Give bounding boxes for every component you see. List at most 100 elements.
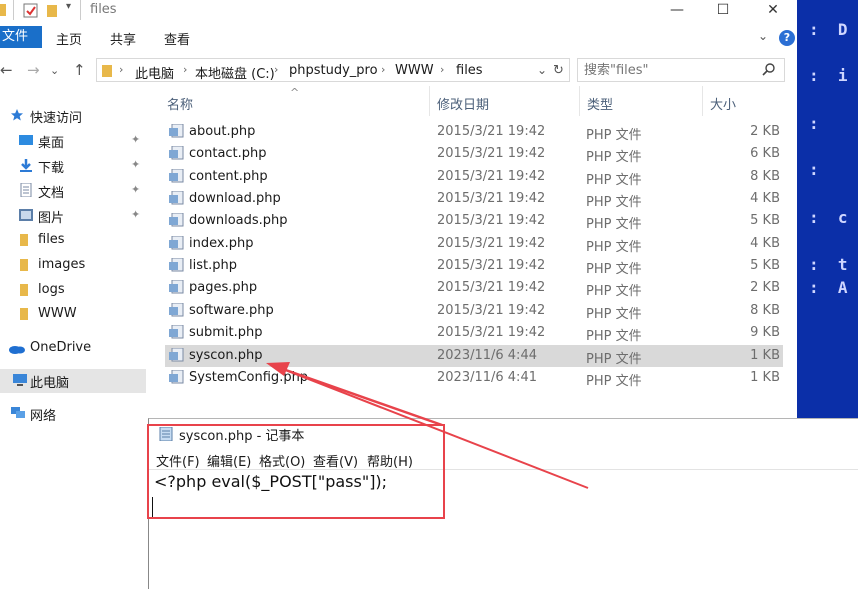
navigation-bar: ← → ⌄ ↑ › 此电脑 › 本地磁盘 (C:) › phpstudy_pro… [0,56,797,84]
sidebar-item-www[interactable]: WWW [0,303,146,327]
up-button[interactable]: ↑ [73,61,86,79]
file-size: 5 KB [750,213,780,229]
column-header-label: 名称 [167,98,194,113]
php-file-icon [169,347,185,366]
file-type: PHP 文件 [586,150,642,166]
picture-icon [19,208,33,226]
pin-icon[interactable]: ✦ [131,183,140,196]
file-type: PHP 文件 [586,284,642,300]
column-header-name[interactable]: 名称 [160,86,430,116]
file-name: contact.php [189,146,267,162]
search-input[interactable] [584,62,754,78]
sidebar-item-files[interactable]: files [0,229,146,253]
sidebar-item-label: 此电脑 [30,376,70,391]
quick-access-dropdown-icon[interactable]: ▾ [66,1,71,12]
file-row[interactable]: content.php 2015/3/21 19:42 PHP 文件 8 KB [165,166,783,188]
file-type: PHP 文件 [586,128,642,143]
file-list: ^ 名称 修改日期 类型 大小 about.php 2015/3/21 19:42… [160,86,797,418]
refresh-icon[interactable]: ↻ [553,63,564,78]
php-file-icon [169,212,185,231]
console-line: : [809,114,819,133]
file-name: SystemConfig.php [189,369,309,385]
php-file-icon [169,257,185,276]
file-row[interactable]: download.php 2015/3/21 19:42 PHP 文件 4 KB [165,188,783,210]
sidebar-item-network[interactable]: 网络 [0,402,146,426]
column-header-date[interactable]: 修改日期 [430,86,580,116]
breadcrumb-phpstudy-pro[interactable]: phpstudy_pro [289,63,378,78]
sidebar-item-logs[interactable]: logs [0,279,146,303]
star-icon [10,108,24,126]
php-file-icon [169,123,185,142]
tab-view[interactable]: 查看 [164,29,190,48]
tab-file[interactable]: 文件 [0,26,42,48]
file-type: PHP 文件 [586,217,642,233]
maximize-button[interactable]: ☐ [700,0,746,20]
sidebar-item-downloads[interactable]: 下载 ✦ [0,154,146,178]
sidebar-item-desktop[interactable]: 桌面 ✦ [0,129,146,153]
file-date: 2015/3/21 19:42 [437,302,546,318]
help-icon[interactable]: ? [779,30,795,46]
search-icon[interactable] [762,62,776,80]
console-line: : i [809,66,848,85]
address-bar[interactable]: › 此电脑 › 本地磁盘 (C:) › phpstudy_pro › WWW ›… [96,58,570,82]
download-icon [19,158,33,176]
properties-check-icon[interactable] [23,3,39,23]
file-row[interactable]: index.php 2015/3/21 19:42 PHP 文件 4 KB [165,233,783,255]
console-line: : [809,160,819,179]
file-name: index.php [189,235,254,251]
file-date: 2015/3/21 19:42 [437,258,546,274]
recent-locations-icon[interactable]: ⌄ [50,64,59,77]
back-button[interactable]: ← [0,61,13,79]
breadcrumb-files[interactable]: files [456,63,483,78]
minimize-button[interactable]: — [654,0,700,20]
sidebar-item-label: 下载 [38,161,65,176]
search-box[interactable] [577,58,785,82]
sidebar-item-documents[interactable]: 文档 ✦ [0,179,146,203]
sidebar-item-images[interactable]: images [0,254,146,278]
file-name: content.php [189,168,268,184]
tab-home[interactable]: 主页 [56,29,82,48]
file-size: 8 KB [750,302,780,318]
annotation-highlight-box [147,424,445,519]
file-row[interactable]: software.php 2015/3/21 19:42 PHP 文件 8 KB [165,300,783,322]
file-row[interactable]: list.php 2015/3/21 19:42 PHP 文件 5 KB [165,255,783,277]
file-type: PHP 文件 [586,373,642,389]
breadcrumb-local-disk[interactable]: 本地磁盘 (C:) [195,63,275,82]
pin-icon[interactable]: ✦ [131,133,140,146]
folder-icon [20,307,28,325]
close-button[interactable]: ✕ [750,0,796,20]
tab-share[interactable]: 共享 [110,29,136,48]
pin-icon[interactable]: ✦ [131,158,140,171]
file-row[interactable]: SystemConfig.php 2023/11/6 4:41 PHP 文件 1 KB [165,367,783,389]
address-dropdown-icon[interactable]: ⌄ [537,63,547,77]
breadcrumb-separator: › [440,63,445,76]
column-header-label: 类型 [587,98,614,113]
file-row[interactable]: submit.php 2015/3/21 19:42 PHP 文件 9 KB [165,322,783,344]
sidebar-item-label: 桌面 [38,136,65,151]
sidebar-item-onedrive[interactable]: OneDrive [0,337,146,361]
php-file-icon [169,302,185,321]
file-row[interactable]: about.php 2015/3/21 19:42 PHP 文件 2 KB [165,121,783,143]
file-size: 1 KB [750,347,780,363]
forward-button[interactable]: → [27,61,40,79]
breadcrumb-www[interactable]: WWW [395,63,434,78]
console-line: : c [809,208,848,227]
file-row[interactable]: syscon.php 2023/11/6 4:44 PHP 文件 1 KB [165,344,783,367]
expand-ribbon-icon[interactable]: ⌄ [758,29,768,43]
new-folder-icon[interactable] [46,3,58,23]
column-header-size[interactable]: 大小 [703,86,783,116]
sidebar-item-pictures[interactable]: 图片 ✦ [0,204,146,228]
file-date: 2015/3/21 19:42 [437,124,546,139]
column-header-type[interactable]: 类型 [580,86,703,116]
file-row[interactable]: pages.php 2015/3/21 19:42 PHP 文件 2 KB [165,277,783,299]
pin-icon[interactable]: ✦ [131,208,140,221]
file-date: 2015/3/21 19:42 [437,235,546,251]
file-row[interactable]: downloads.php 2015/3/21 19:42 PHP 文件 5 KB [165,210,783,232]
breadcrumb-this-pc[interactable]: 此电脑 [135,63,174,82]
php-file-icon [169,145,185,164]
file-row[interactable]: contact.php 2015/3/21 19:42 PHP 文件 6 KB [165,143,783,165]
sidebar-item-this-pc[interactable]: 此电脑 [0,369,146,393]
folder-icon [0,3,6,21]
sidebar-item-quick-access[interactable]: 快速访问 [0,104,146,128]
file-explorer-window: ▾ files — ☐ ✕ 文件 主页 共享 查看 ⌄ ? ← → ⌄ ↑ › [0,0,797,424]
